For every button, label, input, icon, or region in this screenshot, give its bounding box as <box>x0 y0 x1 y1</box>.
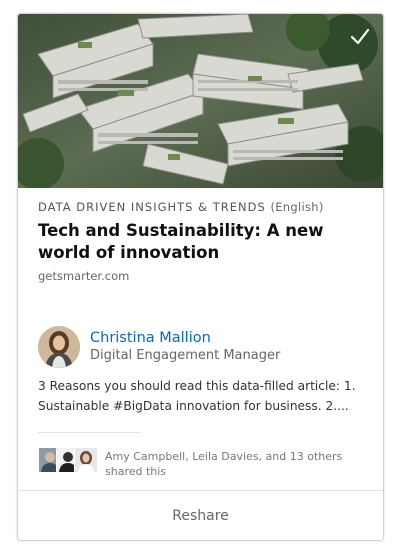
divider <box>38 432 140 433</box>
author-role: Digital Engagement Manager <box>90 348 281 363</box>
author-name[interactable]: Christina Mallion <box>90 330 211 346</box>
source-label: DATA DRIVEN INSIGHTS & TRENDS <box>38 200 266 214</box>
post-text: 3 Reasons you should read this data-fill… <box>38 379 356 413</box>
article-source: DATA DRIVEN INSIGHTS & TRENDS (English) <box>38 200 324 214</box>
author-block: Christina Mallion Digital Engagement Man… <box>38 326 368 370</box>
article-image[interactable] <box>18 14 383 188</box>
shared-by[interactable]: Amy Campbell, Leila Davies, and 13 other… <box>38 447 368 483</box>
article-domain: getsmarter.com <box>38 269 130 283</box>
building-photo <box>18 14 383 188</box>
checkmark-icon[interactable] <box>349 26 371 48</box>
article-title[interactable]: Tech and Sustainability: A new world of … <box>38 220 368 264</box>
author-avatar[interactable] <box>38 326 80 368</box>
shared-text: Amy Campbell, Leila Davies, and 13 other… <box>105 450 343 478</box>
article-card[interactable]: DATA DRIVEN INSIGHTS & TRENDS (English) … <box>17 13 384 541</box>
language-label: (English) <box>270 200 324 214</box>
reshare-button[interactable]: Reshare <box>18 490 383 540</box>
shared-avatars <box>38 447 98 473</box>
shared-avatar <box>74 447 98 473</box>
